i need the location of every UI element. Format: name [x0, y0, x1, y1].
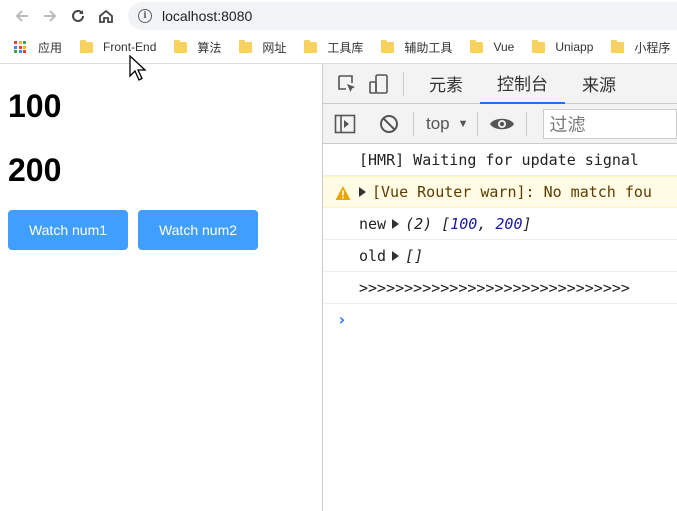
- main-content: 100 200 Watch num1 Watch num2 元素 控制台 来源: [0, 64, 677, 511]
- home-button[interactable]: [92, 2, 120, 30]
- expand-triangle-icon[interactable]: [392, 250, 400, 261]
- folder-icon: [611, 39, 625, 53]
- console-message-warning[interactable]: [Vue Router warn]: No match fou: [323, 176, 677, 208]
- bookmark-apps[interactable]: 应用: [14, 39, 62, 56]
- url-text: localhost:8080: [162, 8, 253, 24]
- console-message-old: old []: [323, 240, 677, 272]
- console-message-separator: >>>>>>>>>>>>>>>>>>>>>>>>>>>>>>: [323, 272, 677, 304]
- console-prompt[interactable]: ›: [323, 304, 677, 334]
- console-filter-input[interactable]: 过滤: [542, 108, 677, 139]
- watch-num1-button[interactable]: Watch num1: [8, 210, 128, 250]
- tab-sources[interactable]: 来源: [565, 64, 633, 104]
- watch-num2-button[interactable]: Watch num2: [138, 210, 258, 250]
- app-page: 100 200 Watch num1 Watch num2: [0, 64, 323, 511]
- divider: [525, 111, 527, 136]
- num2-display: 200: [8, 152, 62, 188]
- bookmark-label: 工具库: [327, 40, 364, 55]
- num1-display: 100: [8, 88, 62, 124]
- inspect-element-icon[interactable]: [331, 68, 363, 100]
- url-bar[interactable]: i localhost:8080: [128, 2, 677, 30]
- devtools-panel: 元素 控制台 来源 top ▼ 过滤 [HMR] Waiting for upd…: [323, 64, 677, 511]
- reload-button[interactable]: [64, 2, 92, 30]
- bookmark-tool-libraries[interactable]: 工具库: [304, 39, 363, 56]
- tab-elements[interactable]: 元素: [412, 64, 480, 104]
- folder-icon: [470, 39, 484, 53]
- bookmark-helper-tools[interactable]: 辅助工具: [381, 39, 452, 56]
- message-text: [HMR] Waiting for update signal: [359, 150, 639, 169]
- expand-triangle-icon[interactable]: [359, 187, 366, 197]
- console-message-new: new (2) [100, 200]: [323, 208, 677, 240]
- bookmark-label: 小程序: [634, 40, 671, 55]
- bookmark-label: 辅助工具: [404, 40, 453, 55]
- folder-icon: [174, 39, 188, 53]
- warning-icon: [335, 186, 351, 200]
- address-bar-row: i localhost:8080: [0, 0, 677, 32]
- button-row: Watch num1 Watch num2: [8, 210, 314, 250]
- bookmark-label: Vue: [493, 40, 515, 54]
- expand-triangle-icon[interactable]: [392, 218, 400, 229]
- message-text: >>>>>>>>>>>>>>>>>>>>>>>>>>>>>>: [359, 278, 630, 297]
- prompt-chevron-icon: ›: [337, 309, 347, 329]
- divider: [476, 111, 478, 136]
- context-selector[interactable]: top ▼: [426, 114, 469, 134]
- bookmark-websites[interactable]: 网址: [239, 39, 286, 56]
- mouse-pointer-icon: [129, 54, 147, 81]
- bookmark-front-end[interactable]: Front-End: [80, 39, 157, 54]
- folder-icon: [239, 39, 253, 53]
- devtools-tabbar: 元素 控制台 来源: [323, 64, 677, 104]
- bookmark-label: Front-End: [103, 40, 157, 54]
- log-label: old: [359, 246, 387, 265]
- apps-grid-icon: [14, 41, 26, 53]
- bookmark-label: 应用: [38, 40, 63, 55]
- bookmarks-bar: 应用 Front-End 算法 网址 工具库 辅助工具 Vue Uniapp 小…: [0, 32, 677, 62]
- array-preview[interactable]: (2) [100, 200]: [405, 215, 531, 233]
- filter-placeholder: 过滤: [549, 114, 586, 135]
- home-icon: [99, 9, 113, 23]
- folder-icon: [80, 39, 94, 53]
- bookmark-label: 算法: [197, 40, 222, 55]
- folder-icon: [532, 39, 546, 53]
- array-length: (2): [405, 214, 433, 233]
- back-arrow-icon: [15, 10, 28, 22]
- bookmark-uniapp[interactable]: Uniapp: [532, 39, 594, 54]
- bookmark-label: Uniapp: [555, 40, 594, 54]
- forward-button[interactable]: [36, 2, 64, 30]
- bookmark-label: 网址: [262, 40, 287, 55]
- device-toolbar-icon[interactable]: [363, 68, 395, 100]
- bookmark-vue[interactable]: Vue: [470, 39, 515, 54]
- context-label: top: [426, 113, 450, 133]
- folder-icon: [304, 39, 318, 53]
- browser-chrome: i localhost:8080 应用 Front-End 算法 网址 工具库 …: [0, 0, 677, 81]
- sidebar-toggle-icon[interactable]: [329, 108, 361, 140]
- array-value: 100: [450, 214, 478, 233]
- folder-icon: [381, 39, 395, 53]
- console-output: [HMR] Waiting for update signal [Vue Rou…: [323, 144, 677, 334]
- bookmark-algorithms[interactable]: 算法: [174, 39, 221, 56]
- clear-console-icon[interactable]: [373, 108, 405, 140]
- dropdown-triangle-icon: ▼: [457, 117, 469, 130]
- back-button[interactable]: [8, 2, 36, 30]
- log-label: new: [359, 214, 387, 233]
- reload-icon: [72, 9, 84, 22]
- info-icon[interactable]: i: [138, 9, 152, 23]
- divider: [413, 111, 414, 136]
- tab-console[interactable]: 控制台: [480, 64, 565, 104]
- console-toolbar: top ▼ 过滤: [323, 104, 677, 144]
- console-message-hmr: [HMR] Waiting for update signal: [323, 144, 677, 176]
- array-preview[interactable]: []: [405, 247, 423, 265]
- array-value: 200: [495, 214, 523, 233]
- live-expression-eye-icon[interactable]: [486, 108, 518, 140]
- divider: [403, 71, 404, 96]
- forward-arrow-icon: [44, 10, 57, 22]
- message-text: [Vue Router warn]: No match fou: [372, 183, 652, 201]
- bookmark-mini-program[interactable]: 小程序: [611, 39, 670, 56]
